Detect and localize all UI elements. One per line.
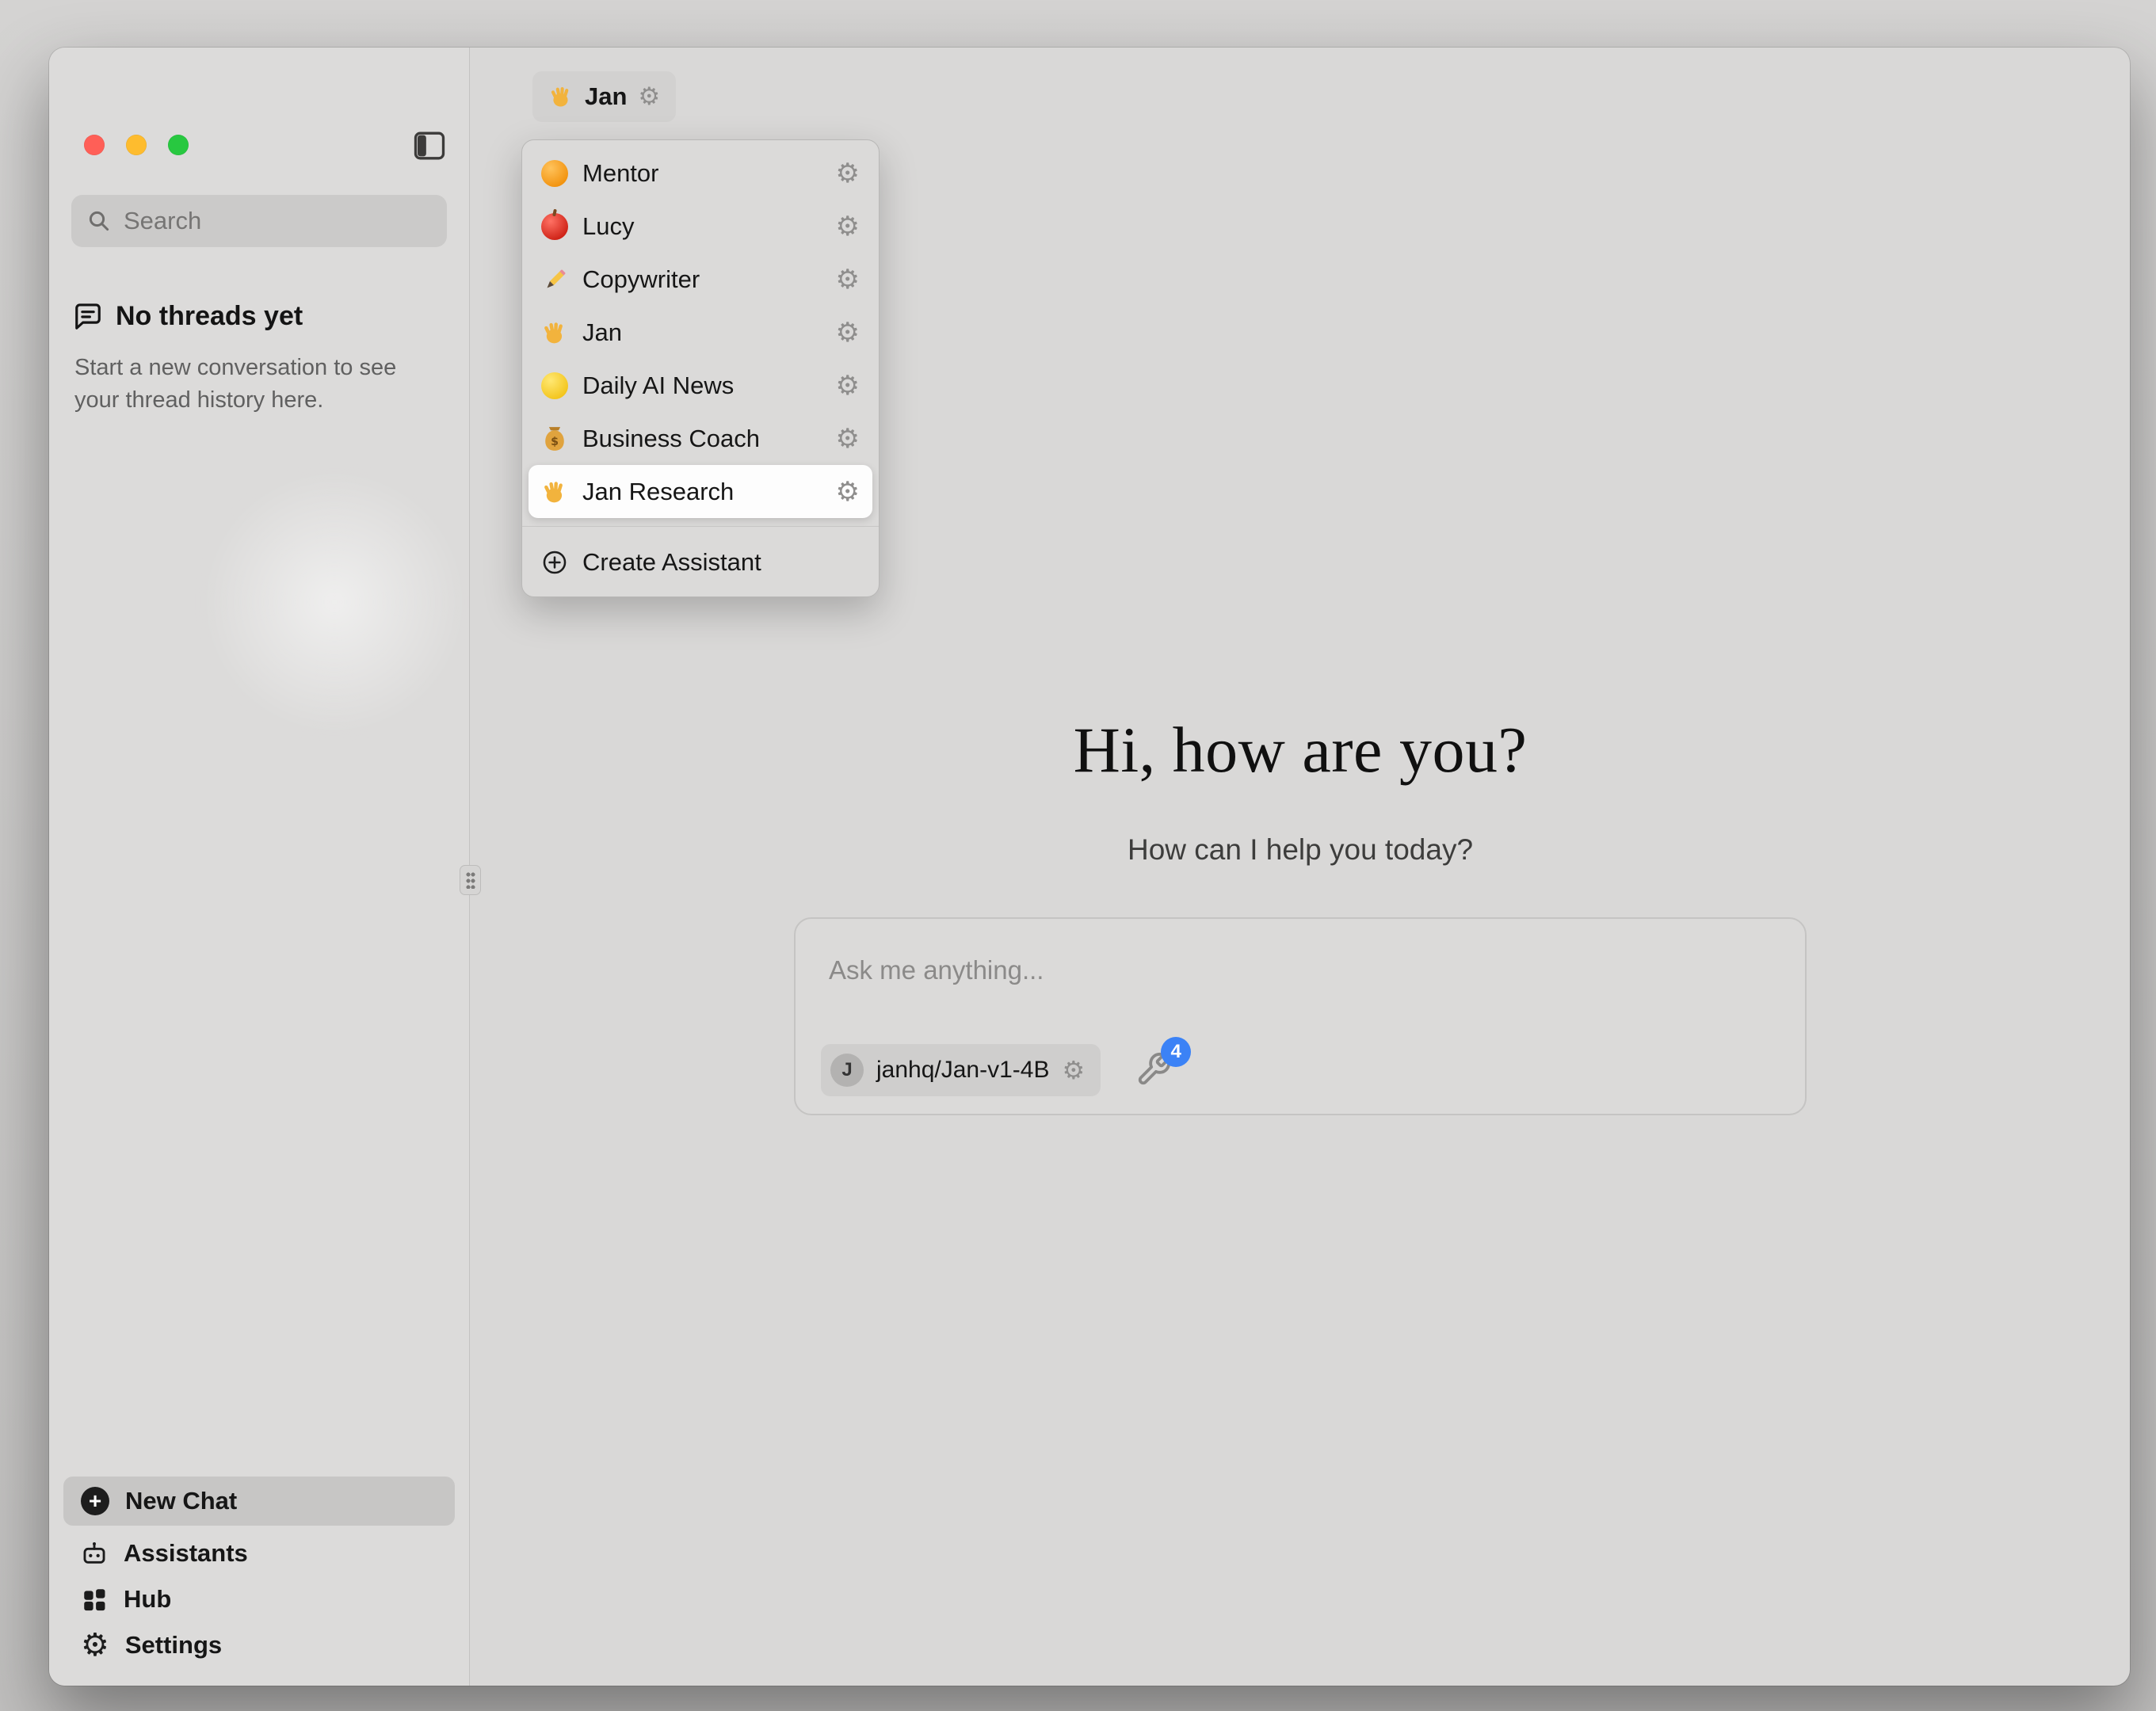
chat-bubble-icon	[73, 302, 103, 332]
close-button[interactable]	[84, 135, 105, 155]
menu-item-jan-research[interactable]: Jan Research ⚙	[529, 465, 872, 518]
assistant-settings-icon[interactable]: ⚙	[638, 85, 660, 109]
menu-item-business-coach[interactable]: $ Business Coach ⚙	[522, 412, 879, 465]
waving-hand-icon	[548, 84, 574, 109]
menu-item-label: Jan Research	[582, 478, 822, 506]
menu-separator	[522, 526, 879, 527]
sidebar-item-label: Settings	[125, 1631, 222, 1660]
sidebar-toggle-icon	[414, 131, 445, 161]
waving-hand-emoji-icon	[541, 478, 568, 505]
pencil-emoji-icon	[541, 266, 568, 293]
menu-item-create-assistant[interactable]: Create Assistant	[522, 535, 879, 590]
yellow-circle-emoji-icon	[541, 372, 568, 399]
zoom-button[interactable]	[168, 135, 189, 155]
model-selector[interactable]: J janhq/Jan-v1-4B ⚙	[821, 1044, 1101, 1096]
apple-emoji-icon	[541, 213, 568, 240]
menu-item-label: Mentor	[582, 159, 822, 188]
gear-icon[interactable]: ⚙	[836, 425, 860, 452]
sidebar: No threads yet Start a new conversation …	[49, 48, 470, 1686]
sidebar-nav: + New Chat Assistants Hub ⚙ Settings	[63, 1477, 455, 1668]
chat-input[interactable]	[829, 955, 1542, 985]
search-icon	[87, 209, 111, 233]
gear-icon[interactable]: ⚙	[836, 372, 860, 399]
model-avatar: J	[830, 1054, 864, 1087]
sidebar-toggle-button[interactable]	[412, 128, 447, 163]
minimize-button[interactable]	[126, 135, 147, 155]
menu-item-jan[interactable]: Jan ⚙	[522, 306, 879, 359]
sidebar-item-new-chat[interactable]: + New Chat	[63, 1477, 455, 1526]
grid-icon	[81, 1586, 108, 1613]
svg-text:$: $	[551, 435, 559, 448]
window-controls	[84, 135, 189, 155]
plus-circle-outline-icon	[541, 549, 568, 576]
menu-item-label: Daily AI News	[582, 372, 822, 400]
chat-composer[interactable]: J janhq/Jan-v1-4B ⚙ 4	[794, 917, 1807, 1115]
gear-icon[interactable]: ⚙	[836, 266, 860, 293]
search-field[interactable]	[71, 195, 447, 247]
threads-empty-header: No threads yet	[73, 301, 303, 332]
money-bag-emoji-icon: $	[541, 425, 568, 452]
tools-count-badge: 4	[1161, 1037, 1191, 1067]
greeting: Hi, how are you? How can I help you toda…	[471, 713, 2130, 867]
menu-item-lucy[interactable]: Lucy ⚙	[522, 200, 879, 253]
robot-icon	[81, 1540, 108, 1567]
gear-icon[interactable]: ⚙	[836, 160, 860, 187]
menu-item-mentor[interactable]: Mentor ⚙	[522, 147, 879, 200]
menu-item-label: Lucy	[582, 212, 822, 241]
waving-hand-emoji-icon	[541, 319, 568, 346]
threads-empty-description: Start a new conversation to see your thr…	[74, 352, 423, 417]
menu-item-label: Jan	[582, 318, 822, 347]
gear-icon[interactable]: ⚙	[836, 213, 860, 240]
sidebar-item-label: Assistants	[124, 1539, 248, 1568]
menu-item-label: Copywriter	[582, 265, 822, 294]
model-settings-icon[interactable]: ⚙	[1062, 1057, 1085, 1083]
sidebar-item-settings[interactable]: ⚙ Settings	[63, 1622, 455, 1668]
model-name: janhq/Jan-v1-4B	[876, 1057, 1049, 1084]
composer-toolbar: J janhq/Jan-v1-4B ⚙ 4	[821, 1044, 1173, 1096]
menu-item-label: Create Assistant	[582, 548, 761, 577]
tools-button[interactable]: 4	[1135, 1051, 1173, 1089]
assistant-selector-label: Jan	[585, 82, 627, 111]
gear-icon: ⚙	[81, 1629, 109, 1661]
drag-dots-icon	[466, 871, 475, 889]
sidebar-item-assistants[interactable]: Assistants	[63, 1530, 455, 1576]
plus-circle-icon: +	[81, 1487, 109, 1515]
main-area: Jan ⚙ Mentor ⚙ Lucy ⚙ Copywriter ⚙	[471, 48, 2130, 1686]
gear-icon[interactable]: ⚙	[836, 478, 860, 505]
greeting-subtitle: How can I help you today?	[471, 833, 2130, 867]
orange-emoji-icon	[541, 160, 568, 187]
assistant-menu: Mentor ⚙ Lucy ⚙ Copywriter ⚙ Jan	[521, 139, 880, 597]
menu-item-daily-ai-news[interactable]: Daily AI News ⚙	[522, 359, 879, 412]
assistant-selector-button[interactable]: Jan ⚙	[532, 71, 676, 122]
threads-empty-title: No threads yet	[116, 301, 303, 332]
greeting-title: Hi, how are you?	[471, 713, 2130, 787]
app-window: No threads yet Start a new conversation …	[49, 48, 2130, 1686]
menu-item-copywriter[interactable]: Copywriter ⚙	[522, 253, 879, 306]
sidebar-item-label: New Chat	[125, 1487, 237, 1515]
gear-icon[interactable]: ⚙	[836, 319, 860, 346]
sidebar-item-hub[interactable]: Hub	[63, 1576, 455, 1622]
search-input[interactable]	[124, 207, 431, 235]
menu-item-label: Business Coach	[582, 425, 822, 453]
sidebar-resize-handle[interactable]	[460, 865, 481, 895]
sidebar-item-label: Hub	[124, 1585, 171, 1614]
